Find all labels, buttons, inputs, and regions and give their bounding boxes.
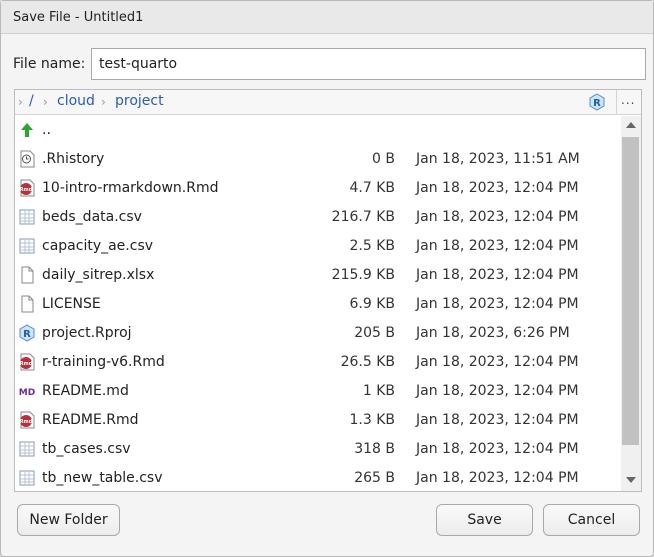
file-modified: Jan 18, 2023, 12:04 PM bbox=[416, 238, 579, 254]
file-name: README.Rmd bbox=[42, 412, 139, 428]
file-row[interactable]: Rmd README.Rmd 1.3 KB Jan 18, 2023, 12:04 P… bbox=[15, 406, 621, 435]
file-list: .. .Rhistory 0 B Jan 18, 2023, 11:51 AM Rmd 1… bbox=[15, 116, 621, 491]
file-name: .. bbox=[42, 122, 51, 138]
csv-icon bbox=[18, 237, 36, 255]
file-name: project.Rproj bbox=[42, 325, 132, 341]
file-row[interactable]: Rmd r-training-v6.Rmd 26.5 KB Jan 18, 2023,… bbox=[15, 348, 621, 377]
file-modified: Jan 18, 2023, 12:04 PM bbox=[416, 209, 579, 225]
path-breadcrumb: › / › cloud › project R ... bbox=[15, 90, 641, 115]
new-folder-button[interactable]: New Folder bbox=[17, 504, 120, 536]
file-size: 2.5 KB bbox=[349, 238, 396, 254]
history-icon bbox=[18, 150, 36, 168]
more-options-button[interactable]: ... bbox=[621, 93, 635, 107]
markdown-icon: MD bbox=[18, 382, 36, 400]
rproj-icon: R bbox=[18, 324, 36, 342]
rmd-icon: Rmd bbox=[18, 353, 36, 371]
file-name: 10-intro-rmarkdown.Rmd bbox=[42, 180, 219, 196]
scroll-thumb[interactable] bbox=[622, 137, 639, 445]
scroll-down-arrow-icon[interactable] bbox=[626, 477, 636, 483]
breadcrumb-root[interactable]: / bbox=[29, 93, 34, 109]
file-row[interactable]: .Rhistory 0 B Jan 18, 2023, 11:51 AM bbox=[15, 145, 621, 174]
file-size: 205 B bbox=[354, 325, 395, 341]
file-name: daily_sitrep.xlsx bbox=[42, 267, 155, 283]
file-name-input[interactable] bbox=[91, 48, 646, 80]
cancel-button[interactable]: Cancel bbox=[543, 504, 640, 536]
svg-text:Rmd: Rmd bbox=[20, 187, 33, 193]
file-icon bbox=[18, 266, 36, 284]
file-size: 265 B bbox=[354, 470, 395, 486]
breadcrumb-cloud[interactable]: cloud bbox=[57, 93, 95, 109]
svg-text:Rmd: Rmd bbox=[20, 419, 33, 425]
file-size: 26.5 KB bbox=[340, 354, 395, 370]
file-name: beds_data.csv bbox=[42, 209, 142, 225]
rmd-icon: Rmd bbox=[18, 411, 36, 429]
csv-icon bbox=[18, 208, 36, 226]
file-name: README.md bbox=[42, 383, 129, 399]
file-size: 216.7 KB bbox=[331, 209, 395, 225]
chevron-right-icon: › bbox=[18, 95, 23, 109]
file-row[interactable]: tb_cases.csv 318 B Jan 18, 2023, 12:04 PM bbox=[15, 435, 621, 464]
file-row[interactable]: tb_new_table.csv 265 B Jan 18, 2023, 12:04… bbox=[15, 464, 621, 491]
file-browser: › / › cloud › project R ... .. .Rhistory 0… bbox=[14, 89, 642, 492]
file-size: 1.3 KB bbox=[349, 412, 396, 428]
go-to-project-icon[interactable]: R bbox=[588, 93, 606, 111]
pathbar-divider bbox=[616, 90, 617, 115]
save-button[interactable]: Save bbox=[436, 504, 533, 536]
file-size: 1 KB bbox=[362, 383, 395, 399]
file-name: tb_cases.csv bbox=[42, 441, 131, 457]
file-row[interactable]: MD README.md 1 KB Jan 18, 2023, 12:04 PM bbox=[15, 377, 621, 406]
file-row[interactable]: beds_data.csv 216.7 KB Jan 18, 2023, 12:04… bbox=[15, 203, 621, 232]
file-row[interactable]: capacity_ae.csv 2.5 KB Jan 18, 2023, 12:04… bbox=[15, 232, 621, 261]
scroll-up-arrow-icon[interactable] bbox=[626, 122, 636, 128]
file-row[interactable]: Rproject.Rproj 205 B Jan 18, 2023, 6:26 PM bbox=[15, 319, 621, 348]
file-modified: Jan 18, 2023, 12:04 PM bbox=[416, 470, 579, 486]
file-name-label: File name: bbox=[13, 56, 86, 72]
svg-text:R: R bbox=[23, 329, 31, 340]
file-name: tb_new_table.csv bbox=[42, 470, 163, 486]
file-modified: Jan 18, 2023, 12:04 PM bbox=[416, 383, 579, 399]
rmd-icon: Rmd bbox=[18, 179, 36, 197]
file-name: .Rhistory bbox=[42, 151, 105, 167]
file-icon bbox=[18, 295, 36, 313]
file-size: 6.9 KB bbox=[349, 296, 396, 312]
file-row[interactable]: .. bbox=[15, 116, 621, 145]
file-size: 318 B bbox=[354, 441, 395, 457]
svg-text:Rmd: Rmd bbox=[20, 361, 33, 367]
svg-text:R: R bbox=[593, 98, 601, 109]
vertical-scrollbar[interactable] bbox=[621, 116, 641, 491]
parent-folder-icon bbox=[18, 121, 36, 139]
file-modified: Jan 18, 2023, 11:51 AM bbox=[416, 151, 580, 167]
dialog-title: Save File - Untitled1 bbox=[13, 10, 144, 25]
file-row[interactable]: daily_sitrep.xlsx 215.9 KB Jan 18, 2023, 1… bbox=[15, 261, 621, 290]
file-name: LICENSE bbox=[42, 296, 101, 312]
csv-icon bbox=[18, 469, 36, 487]
file-size: 215.9 KB bbox=[331, 267, 395, 283]
file-name: capacity_ae.csv bbox=[42, 238, 154, 254]
file-row[interactable]: LICENSE 6.9 KB Jan 18, 2023, 12:04 PM bbox=[15, 290, 621, 319]
file-modified: Jan 18, 2023, 12:04 PM bbox=[416, 412, 579, 428]
file-modified: Jan 18, 2023, 12:04 PM bbox=[416, 267, 579, 283]
svg-text:MD: MD bbox=[19, 388, 35, 398]
file-modified: Jan 18, 2023, 6:26 PM bbox=[416, 325, 570, 341]
chevron-right-icon: › bbox=[43, 95, 48, 109]
csv-icon bbox=[18, 440, 36, 458]
save-file-dialog: Save File - Untitled1 File name: › / › c… bbox=[0, 0, 654, 557]
file-size: 4.7 KB bbox=[349, 180, 396, 196]
chevron-right-icon: › bbox=[101, 95, 106, 109]
file-modified: Jan 18, 2023, 12:04 PM bbox=[416, 180, 579, 196]
file-modified: Jan 18, 2023, 12:04 PM bbox=[416, 441, 579, 457]
file-row[interactable]: Rmd 10-intro-rmarkdown.Rmd 4.7 KB Jan 18, 2… bbox=[15, 174, 621, 203]
dialog-titlebar[interactable]: Save File - Untitled1 bbox=[1, 1, 653, 34]
file-modified: Jan 18, 2023, 12:04 PM bbox=[416, 354, 579, 370]
breadcrumb-project[interactable]: project bbox=[115, 93, 164, 109]
file-modified: Jan 18, 2023, 12:04 PM bbox=[416, 296, 579, 312]
file-size: 0 B bbox=[372, 151, 395, 167]
file-name: r-training-v6.Rmd bbox=[42, 354, 165, 370]
